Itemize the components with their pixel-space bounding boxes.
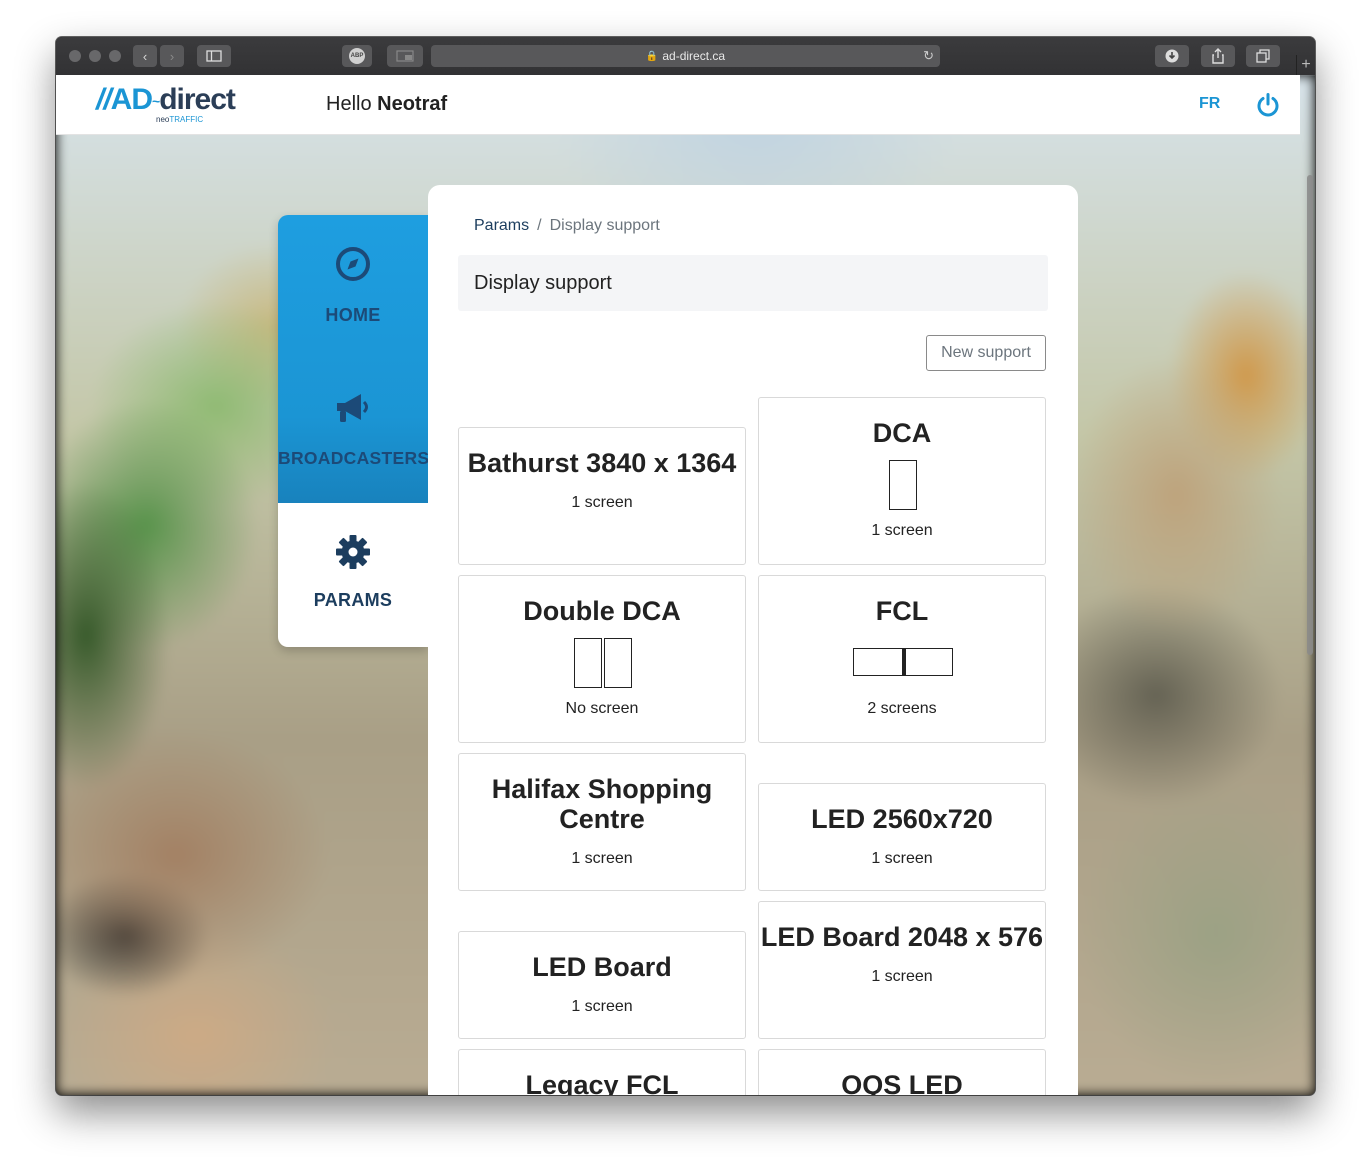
forward-button[interactable]: › [160,45,184,67]
card-title: Double DCA [523,596,681,626]
card-title: OQS LED [841,1070,963,1095]
breadcrumb-params-link[interactable]: Params [474,217,529,234]
megaphone-icon [337,394,368,422]
support-card-led-2560[interactable]: LED 2560x720 1 screen [758,783,1046,891]
adblock-button[interactable]: ABP [342,45,372,67]
support-card-led-board[interactable]: LED Board 1 screen [458,931,746,1039]
support-card-oqs-led[interactable]: OQS LED [758,1049,1046,1095]
tabs-overview-button[interactable] [1246,45,1280,67]
reader-icon [396,50,414,62]
address-bar[interactable]: 🔒 ad-direct.ca ↻ [431,45,940,67]
support-card-bathurst[interactable]: Bathurst 3840 x 1364 1 screen [458,427,746,565]
browser-window: ‹ › ABP 🔒 ad-direct.ca ↻ + //AD~direct n… [56,37,1315,1095]
card-title: Bathurst 3840 x 1364 [467,448,737,478]
side-navigation: HOME BROADCASTERS PARAMS [278,215,428,647]
back-button[interactable]: ‹ [133,45,157,67]
power-icon[interactable] [1255,92,1281,118]
username: Neotraf [377,93,448,115]
lock-icon: 🔒 [645,50,659,62]
card-screen-count: 1 screen [571,850,633,867]
compass-icon [336,247,370,281]
new-support-button[interactable]: New support [926,335,1046,371]
card-screen-count: 1 screen [571,494,633,511]
support-card-led-board-2048[interactable]: LED Board 2048 x 576 1 screen [758,901,1046,1039]
gear-icon [336,535,370,569]
greeting-text: Hello [326,93,372,115]
logo-subtext: neoTRAFFIC [156,115,204,124]
breadcrumb: Params / Display support [474,217,660,235]
card-screen-count: 1 screen [871,522,933,539]
ad-direct-logo[interactable]: //AD~direct neoTRAFFIC [96,83,276,127]
page-title-bar: Display support [458,255,1048,311]
nav-label-broadcasters: BROADCASTERS [278,448,428,468]
card-screen-count: 1 screen [871,968,933,985]
card-screen-count: 1 screen [871,850,933,867]
screen-layout-preview [574,638,602,688]
support-card-legacy-fcl[interactable]: Legacy FCL [458,1049,746,1095]
browser-toolbar: ‹ › ABP 🔒 ad-direct.ca ↻ + [56,37,1315,76]
page-title: Display support [474,272,612,294]
tabs-icon [1256,49,1270,63]
logo-wordmark: //AD~direct [96,83,236,116]
reload-icon[interactable]: ↻ [923,48,934,64]
support-card-dca[interactable]: DCA 1 screen [758,397,1046,565]
card-screen-count: 2 screens [867,700,937,717]
card-title: DCA [872,418,932,448]
card-title: FCL [875,596,929,626]
page-viewport: //AD~direct neoTRAFFIC Hello Neotraf FR [56,75,1315,1095]
breadcrumb-separator: / [537,217,542,234]
screen-layout-preview [903,648,953,676]
scrollbar[interactable] [1307,175,1313,655]
screen-layout-preview [604,638,632,688]
support-card-halifax[interactable]: Halifax Shopping Centre 1 screen [458,753,746,891]
main-panel: Params / Display support Display support N… [428,185,1078,1095]
card-screen-count: 1 screen [571,998,633,1015]
nav-item-home[interactable]: HOME [278,245,428,326]
card-screen-count: No screen [565,700,639,717]
nav-label-params: PARAMS [313,590,393,610]
adblock-icon: ABP [349,48,365,64]
card-title: Halifax Shopping Centre [491,774,713,834]
nav-label-home: HOME [325,305,381,325]
chevron-right-icon: › [169,48,175,64]
new-tab-button[interactable]: + [1296,55,1315,75]
card-title: Legacy FCL [525,1070,679,1095]
card-title: LED Board [532,952,672,982]
download-icon [1165,49,1179,63]
share-icon [1212,48,1224,64]
breadcrumb-current: Display support [549,217,660,234]
address-text: ad-direct.ca [662,49,726,63]
zoom-window-button[interactable] [109,50,121,62]
screen-layout-preview [889,460,917,510]
greeting: Hello Neotraf [326,93,447,116]
downloads-button[interactable] [1155,45,1189,67]
sidebar-icon [206,50,222,62]
screen-layout-preview [853,648,903,676]
chevron-left-icon: ‹ [142,48,148,64]
card-title: LED Board 2048 x 576 [760,922,1044,952]
reader-button[interactable] [387,45,423,67]
nav-item-params[interactable]: PARAMS [278,533,428,611]
close-window-button[interactable] [69,50,81,62]
card-title: LED 2560x720 [811,804,993,834]
sidebar-toggle-button[interactable] [197,45,231,67]
minimize-window-button[interactable] [89,50,101,62]
plus-icon: + [1301,56,1311,73]
support-card-fcl[interactable]: FCL 2 screens [758,575,1046,743]
nav-item-broadcasters[interactable]: BROADCASTERS [278,389,428,469]
site-header: //AD~direct neoTRAFFIC Hello Neotraf FR [56,75,1300,135]
language-toggle[interactable]: FR [1199,95,1220,113]
share-button[interactable] [1201,45,1235,67]
support-card-double-dca[interactable]: Double DCA No screen [458,575,746,743]
